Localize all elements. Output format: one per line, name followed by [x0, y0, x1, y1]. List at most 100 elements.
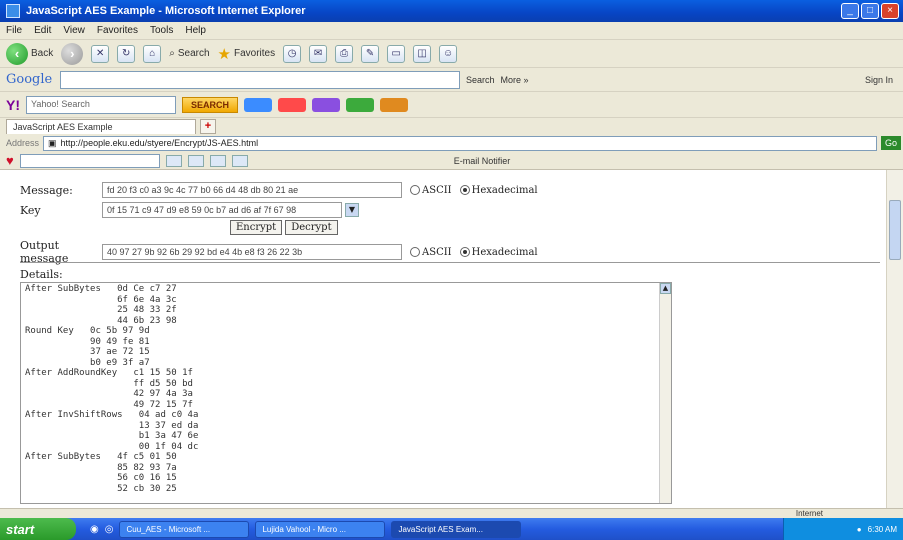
output-ascii-radio[interactable]: ASCII [410, 247, 452, 258]
toolbar-chip-icon[interactable] [187, 154, 204, 167]
menu-favorites[interactable]: Favorites [97, 25, 138, 36]
refresh-button[interactable]: ↻ [117, 44, 136, 63]
message-ascii-radio[interactable]: ASCII [410, 185, 452, 196]
yahoo-mail-icon[interactable] [278, 97, 307, 112]
window-titlebar: JavaScript AES Example - Microsoft Inter… [0, 0, 903, 22]
print-button[interactable]: ⎙ [335, 44, 354, 63]
menu-tools[interactable]: Tools [150, 25, 173, 36]
back-arrow-icon: ‹ [6, 42, 28, 65]
task-item[interactable]: Cuu_AES - Microsoft ... [119, 520, 250, 538]
yahoo-toolbar: Y! Yahoo! Search SEARCH [0, 92, 903, 118]
page-icon: ▣ [48, 137, 57, 148]
google-search-input[interactable] [60, 70, 460, 89]
history-button[interactable]: ◷ [283, 44, 302, 63]
tray-icon[interactable]: ● [857, 525, 862, 534]
radio-dot [459, 185, 470, 195]
ie-app-icon [6, 4, 20, 18]
quick-launch: ◉ ◎ [90, 524, 113, 535]
yahoo-messenger-icon[interactable] [312, 97, 341, 112]
scroll-up-icon[interactable]: ▲ [660, 283, 671, 294]
key-input[interactable]: 0f 15 71 c9 47 d9 e8 59 0c b7 ad d6 af 7… [102, 202, 342, 218]
address-url: http://people.eku.edu/styere/Encrypt/JS-… [60, 138, 259, 148]
divider [20, 262, 880, 263]
desktop-icon[interactable]: ◉ [90, 524, 99, 535]
status-bar: Internet [0, 508, 903, 518]
email-notifier-link[interactable]: E-mail Notifier [454, 156, 511, 166]
toolbar-chip-icon[interactable] [231, 154, 248, 167]
maximize-button[interactable]: □ [861, 3, 879, 19]
yahoo-bookmarks-icon[interactable] [380, 97, 409, 112]
google-more-link[interactable]: More » [501, 75, 529, 85]
research-button[interactable]: ◫ [413, 44, 432, 63]
messenger-button[interactable]: ☺ [439, 44, 458, 63]
menu-edit[interactable]: Edit [34, 25, 51, 36]
google-signin-link[interactable]: Sign In [865, 75, 893, 85]
back-button[interactable]: ‹ Back [6, 42, 54, 65]
minimize-button[interactable]: _ [841, 3, 859, 19]
heart-icon[interactable]: ♥ [6, 153, 14, 168]
menu-bar: File Edit View Favorites Tools Help [0, 22, 903, 40]
output-input[interactable]: 40 97 27 9b 92 6b 29 92 bd e4 4b e8 f3 2… [102, 244, 402, 260]
forward-button[interactable]: › [61, 42, 84, 65]
search-icon: ⌕ [169, 48, 175, 59]
encrypt-button[interactable]: Encrypt [230, 220, 283, 235]
google-search-button[interactable]: Search [466, 75, 495, 85]
taskbar: start ◉ ◎ Cuu_AES - Microsoft ... Lujida… [0, 518, 903, 540]
key-row: Key 0f 15 71 c9 47 d9 e8 59 0c b7 ad d6 … [20, 202, 359, 218]
details-textarea[interactable]: After SubBytes 0d Ce c7 27 6f 6e 4a 3c 2… [20, 282, 672, 504]
decrypt-button[interactable]: Decrypt [285, 220, 338, 235]
task-item[interactable]: JavaScript AES Exam... [391, 520, 522, 538]
search-button[interactable]: ⌕ Search [169, 48, 209, 59]
ie-icon[interactable]: ◎ [105, 524, 114, 535]
message-hex-radio[interactable]: Hexadecimal [459, 185, 538, 196]
clock: 6:30 AM [867, 524, 897, 534]
links-toolbar: ♥ E-mail Notifier [0, 152, 903, 170]
action-buttons: Encrypt Decrypt [230, 220, 341, 235]
star-icon: ★ [217, 45, 231, 63]
start-button[interactable]: start [0, 518, 76, 540]
tab-bar: JavaScript AES Example + [0, 118, 903, 134]
google-toolbar: Google Search More » Sign In [0, 68, 903, 92]
new-tab-button[interactable]: + [200, 119, 216, 134]
details-scrollbar[interactable]: ▲ [659, 283, 671, 503]
stop-button[interactable]: ✕ [91, 44, 110, 63]
menu-view[interactable]: View [63, 25, 85, 36]
menu-help[interactable]: Help [185, 25, 206, 36]
back-label: Back [31, 48, 54, 59]
links-search-input[interactable] [19, 153, 160, 168]
yahoo-search-input[interactable]: Yahoo! Search [26, 95, 176, 114]
standard-toolbar: ‹ Back › ✕ ↻ ⌂ ⌕ Search ★ Favorites ◷ ✉ … [0, 40, 903, 68]
radio-dot [410, 185, 420, 195]
scroll-thumb[interactable] [889, 200, 901, 260]
tab-aes-example[interactable]: JavaScript AES Example [6, 119, 196, 134]
toolbar-chip-icon[interactable] [209, 154, 226, 167]
mail-button[interactable]: ✉ [309, 44, 328, 63]
yahoo-news-icon[interactable] [346, 97, 375, 112]
yahoo-tool-icon[interactable] [244, 97, 273, 112]
page-scrollbar[interactable] [886, 170, 903, 508]
radio-dot [410, 247, 420, 257]
folder-button[interactable]: ▭ [387, 44, 406, 63]
yahoo-search-button[interactable]: SEARCH [182, 96, 239, 113]
address-bar: Address ▣ http://people.eku.edu/styere/E… [0, 134, 903, 152]
toolbar-chip-icon[interactable] [165, 154, 182, 167]
task-item[interactable]: Lujida Vahool - Micro ... [255, 520, 386, 538]
edit-button[interactable]: ✎ [361, 44, 380, 63]
go-button[interactable]: Go [881, 136, 902, 150]
address-label: Address [6, 138, 40, 148]
message-row: Message: fd 20 f3 c0 a3 9c 4c 77 b0 66 d… [20, 182, 538, 198]
page-content: Message: fd 20 f3 c0 a3 9c 4c 77 b0 66 d… [0, 170, 886, 508]
home-button[interactable]: ⌂ [143, 44, 162, 63]
google-logo: Google [6, 72, 53, 87]
close-button[interactable]: × [881, 3, 899, 19]
radio-dot [459, 247, 470, 257]
output-hex-radio[interactable]: Hexadecimal [459, 247, 538, 258]
window-title: JavaScript AES Example - Microsoft Inter… [26, 5, 306, 17]
message-label: Message: [20, 183, 73, 197]
chevron-down-icon[interactable]: ▼ [345, 203, 359, 217]
message-input[interactable]: fd 20 f3 c0 a3 9c 4c 77 b0 66 d4 48 db 8… [102, 182, 402, 198]
system-tray: ● 6:30 AM [783, 518, 903, 540]
menu-file[interactable]: File [6, 25, 22, 36]
favorites-button[interactable]: ★ Favorites [218, 45, 276, 63]
address-input[interactable]: ▣ http://people.eku.edu/styere/Encrypt/J… [43, 135, 878, 151]
